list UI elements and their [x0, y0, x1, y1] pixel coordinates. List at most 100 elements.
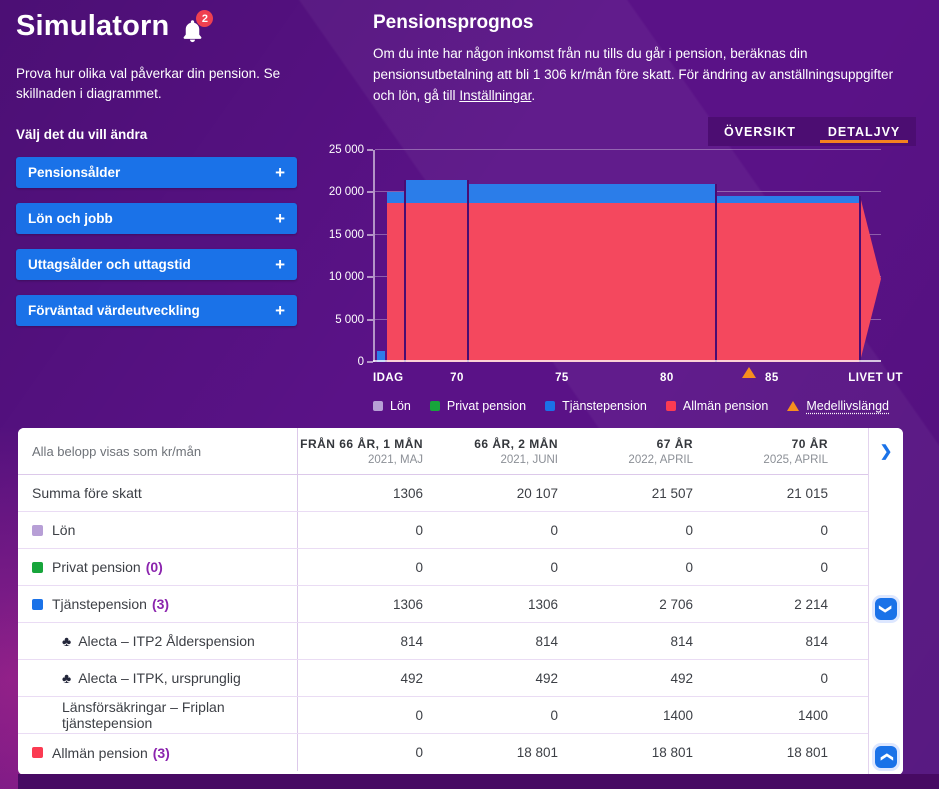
row-count: (0) [146, 559, 163, 575]
segment-divider [404, 180, 406, 362]
row-value-cell: 814 [298, 634, 433, 649]
legend-item: Lön [373, 399, 411, 413]
legend-swatch-icon [545, 401, 555, 411]
chart-baseline [373, 360, 881, 362]
table-row: ♣Alecta – ITP2 Ålderspension814814814814 [18, 623, 868, 660]
plus-icon: + [275, 302, 285, 319]
x-tick-label: IDAG [373, 372, 404, 384]
tab-detaljvy[interactable]: DETALJVY [812, 117, 916, 146]
table-row: Summa före skatt130620 10721 50721 015 [18, 475, 868, 512]
row-label: Lön [52, 522, 75, 538]
scroll-down-button[interactable]: ❯ [875, 746, 897, 768]
column-title: 66 ÅR, 2 MÅN [433, 437, 558, 451]
table-row: Allmän pension(3)018 80118 80118 801 [18, 734, 868, 771]
accordion-pensionsalder[interactable]: Pensionsålder + [16, 157, 297, 188]
chart-segment [405, 150, 468, 362]
chevron-up-icon: ❯ [879, 604, 893, 614]
row-label: Summa före skatt [32, 485, 142, 501]
accordion-lon-och-jobb[interactable]: Lön och jobb + [16, 203, 297, 234]
row-value-cell: 0 [298, 745, 433, 760]
legend-swatch-icon [666, 401, 676, 411]
plus-icon: + [275, 256, 285, 273]
row-value-cell: 0 [298, 523, 433, 538]
column-title: FRÅN 66 ÅR, 1 MÅN [298, 437, 423, 451]
row-value-cell: 0 [298, 708, 433, 723]
table-row: Privat pension(0)0000 [18, 549, 868, 586]
row-value-cell: 20 107 [433, 486, 568, 501]
medellivslangd-marker [742, 367, 756, 378]
plus-icon: + [275, 210, 285, 227]
table-row: Lön0000 [18, 512, 868, 549]
accordion-label: Pensionsålder [28, 165, 120, 180]
column-header: FRÅN 66 ÅR, 1 MÅN2021, MAJ [298, 437, 433, 466]
chart-y-axis: 05 00010 00015 00020 00025 000 [322, 150, 364, 362]
chart-x-axis: IDAG70758085LIVET UT [373, 372, 881, 388]
row-count: (3) [152, 596, 169, 612]
segment-divider [715, 184, 717, 362]
accordion-label: Förväntad värdeutveckling [28, 303, 200, 318]
row-label: Alecta – ITPK, ursprunglig [78, 670, 241, 686]
row-value-cell: 18 801 [703, 745, 868, 760]
y-tick-mark [367, 276, 373, 278]
row-label-cell: Länsförsäkringar – Friplan tjänstepensio… [18, 697, 298, 733]
legend-label: Privat pension [447, 399, 526, 413]
y-tick-mark [367, 234, 373, 236]
column-title: 70 ÅR [703, 437, 828, 451]
x-tick-label: 80 [660, 372, 674, 384]
row-value-cell: 1306 [298, 486, 433, 501]
legend-item: Allmän pension [666, 399, 768, 413]
row-value-cell: 0 [298, 560, 433, 575]
row-value-cell: 0 [568, 560, 703, 575]
row-value-cell: 1400 [568, 708, 703, 723]
chart-segment [468, 150, 716, 362]
legend-swatch-icon [373, 401, 383, 411]
row-value-cell: 1400 [703, 708, 868, 723]
tjanstepension-area [387, 192, 405, 203]
row-value-cell: 0 [433, 523, 568, 538]
row-label-cell: Privat pension(0) [18, 549, 298, 585]
sidebar: Simulatorn 2 Prova hur olika val påverka… [16, 10, 300, 326]
table-row: Tjänstepension(3)130613062 7062 214 [18, 586, 868, 623]
row-label: Länsförsäkringar – Friplan tjänstepensio… [62, 699, 297, 731]
table-note-text: Alla belopp visas som kr/mån [32, 444, 201, 459]
row-value-cell: 0 [568, 523, 703, 538]
row-label: Tjänstepension [52, 596, 147, 612]
plus-icon: + [275, 164, 285, 181]
segment-divider [467, 180, 469, 362]
table-note: Alla belopp visas som kr/mån [18, 428, 298, 474]
row-value-cell: 2 214 [703, 597, 868, 612]
tab-oversikt[interactable]: ÖVERSIKT [708, 117, 812, 146]
row-label-cell: Allmän pension (3) [18, 734, 298, 771]
allman-pension-area [405, 203, 468, 362]
row-value-cell: 2 706 [568, 597, 703, 612]
row-value-cell: 21 015 [703, 486, 868, 501]
row-count: (3) [153, 745, 170, 761]
accordion-uttagsalder[interactable]: Uttagsålder och uttagstid + [16, 249, 297, 280]
installningar-link[interactable]: Inställningar [459, 88, 531, 103]
chart-legend: LönPrivat pensionTjänstepensionAllmän pe… [373, 399, 889, 413]
next-columns-button[interactable]: ❯ [880, 442, 893, 460]
x-tick-label: 70 [450, 372, 464, 384]
chart-segment [377, 150, 385, 362]
allman-pension-area [716, 203, 860, 362]
y-tick-mark [367, 319, 373, 321]
y-tick-label: 10 000 [329, 271, 364, 283]
scroll-up-button[interactable]: ❯ [875, 598, 897, 620]
legend-item[interactable]: Medellivslängd [787, 399, 889, 413]
allman-pension-area [387, 203, 405, 362]
tjanstepension-area [468, 184, 716, 203]
notifications-button[interactable]: 2 [179, 12, 209, 46]
row-color-swatch [32, 747, 43, 758]
row-value-cell: 0 [433, 708, 568, 723]
sidebar-intro-text: Prova hur olika val påverkar din pension… [16, 64, 286, 105]
row-label-cell: ♣Alecta – ITPK, ursprunglig [18, 660, 298, 696]
row-value-cell: 0 [433, 560, 568, 575]
row-label: Allmän pension [52, 745, 148, 761]
row-label-cell: Summa före skatt [18, 475, 298, 511]
row-color-swatch [32, 525, 43, 536]
tjanstepension-area [716, 196, 860, 203]
column-header: 67 ÅR2022, APRIL [568, 437, 703, 466]
row-value-cell: 0 [703, 560, 868, 575]
section-bottom-bar [18, 774, 939, 789]
accordion-vardeutveckling[interactable]: Förväntad värdeutveckling + [16, 295, 297, 326]
